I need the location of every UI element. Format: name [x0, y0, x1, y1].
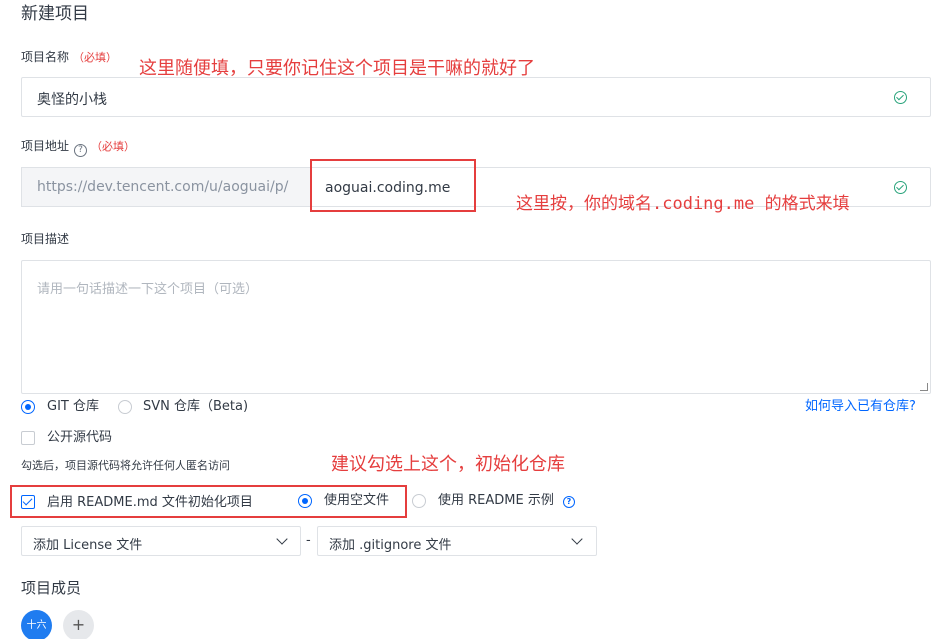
project-address-label-text: 项目地址 [21, 139, 70, 153]
resize-handle[interactable] [920, 383, 928, 391]
project-description-label: 项目描述 [21, 232, 70, 246]
radio-readme-example-indicator[interactable] [412, 494, 426, 508]
radio-svn-indicator[interactable] [118, 400, 132, 414]
readme-checkbox-box[interactable] [21, 495, 35, 509]
open-source-hint: 勾选后，项目源代码将允许任何人匿名访问 [21, 459, 230, 472]
annotation-highlight-address: aoguai.coding.me [310, 159, 476, 212]
radio-git-indicator[interactable] [21, 400, 35, 414]
project-name-label: 项目名称 （必填） [21, 49, 117, 66]
project-address-required: （必填） [91, 140, 136, 153]
valid-check-icon [894, 91, 907, 104]
avatar[interactable]: 十六 [21, 610, 52, 639]
annotation-address-note: 这里按，你的域名.coding.me 的格式来填 [516, 194, 850, 214]
open-source-checkbox[interactable]: 公开源代码 [21, 430, 141, 446]
radio-empty-file-indicator[interactable] [298, 494, 312, 508]
project-name-required: （必填） [73, 51, 118, 64]
annotation-readme-note: 建议勾选上这个，初始化仓库 [331, 454, 565, 475]
project-name-input[interactable]: 奥怪的小栈 [21, 77, 931, 117]
gitignore-select[interactable]: 添加 .gitignore 文件 [317, 526, 597, 556]
chevron-down-icon [276, 533, 288, 545]
page-title: 新建项目 [21, 4, 89, 24]
add-member-button[interactable]: + [63, 610, 94, 639]
radio-empty-file-label: 使用空文件 [324, 493, 390, 508]
open-source-checkbox-box[interactable] [21, 431, 35, 445]
help-icon[interactable]: ? [74, 144, 88, 157]
radio-svn-label: SVN 仓库（Beta) [143, 399, 249, 414]
radio-svn[interactable]: SVN 仓库（Beta) [118, 399, 258, 415]
readme-checkbox[interactable]: 启用 README.md 文件初始化项目 [21, 494, 271, 510]
radio-readme-example-label: 使用 README 示例 [438, 493, 554, 508]
help-icon[interactable]: ? [563, 496, 575, 508]
radio-readme-example[interactable]: 使用 README 示例 [412, 493, 562, 509]
license-select-value: 添加 License 文件 [33, 538, 143, 553]
radio-empty-file[interactable]: 使用空文件 [298, 493, 408, 509]
project-name-label-text: 项目名称 [21, 50, 70, 64]
members-title: 项目成员 [21, 579, 82, 597]
valid-check-icon [894, 181, 907, 194]
import-repo-link[interactable]: 如何导入已有仓库? [805, 399, 916, 415]
project-address-value: aoguai.coding.me [325, 180, 451, 196]
license-select[interactable]: 添加 License 文件 [21, 526, 301, 556]
radio-git-label: GIT 仓库 [47, 399, 99, 414]
readme-label: 启用 README.md 文件初始化项目 [47, 495, 253, 510]
select-separator: - [306, 533, 311, 548]
radio-git[interactable]: GIT 仓库 [21, 399, 121, 415]
chevron-down-icon [571, 533, 583, 545]
project-description-textarea[interactable]: 请用一句话描述一下这个项目（可选） [21, 260, 931, 394]
address-prefix: https://dev.tencent.com/u/aoguai/p/ [21, 167, 311, 207]
address-prefix-text: https://dev.tencent.com/u/aoguai/p/ [37, 179, 289, 195]
project-address-label: 项目地址? （必填） [21, 138, 135, 157]
open-source-label: 公开源代码 [47, 430, 113, 445]
project-name-value: 奥怪的小栈 [37, 92, 107, 108]
gitignore-select-value: 添加 .gitignore 文件 [329, 538, 452, 553]
description-placeholder: 请用一句话描述一下这个项目（可选） [37, 282, 259, 297]
